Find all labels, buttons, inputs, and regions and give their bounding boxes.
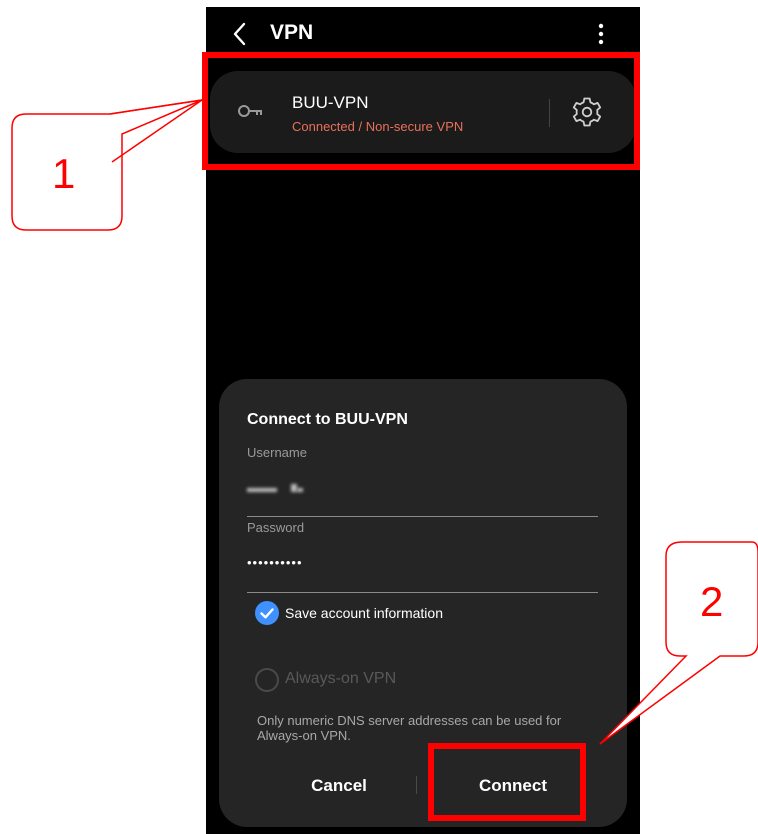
button-divider [416,776,417,794]
more-options-button[interactable] [590,19,612,49]
password-field[interactable]: •••••••••• [247,555,303,570]
more-vertical-icon [598,23,604,45]
always-on-vpn-radio[interactable] [255,668,279,692]
page: VPN BUU-VPN Connected / Non-secure VPN C… [0,0,758,834]
highlight-box-2 [428,743,586,821]
highlight-box-1 [202,52,640,170]
check-icon [260,608,274,619]
password-label: Password [247,520,305,535]
callout-number-2: 2 [700,578,724,625]
username-underline [247,516,598,517]
dns-note: Only numeric DNS server addresses can be… [257,713,562,743]
page-title: VPN [270,21,314,44]
chevron-left-icon [233,22,246,46]
callout-number-1: 1 [52,150,76,197]
back-button[interactable] [228,19,256,49]
always-on-vpn-row[interactable]: Always-on VPN [255,668,455,694]
username-label: Username [247,445,307,460]
password-underline [247,592,598,593]
username-field[interactable] [247,483,317,495]
save-account-checkbox-row[interactable]: Save account information [255,601,495,627]
save-account-label: Save account information [285,605,443,621]
cancel-button[interactable]: Cancel [259,765,419,807]
always-on-vpn-label: Always-on VPN [285,670,397,687]
dialog-title: Connect to BUU-VPN [247,411,408,428]
save-account-checkbox[interactable] [255,601,279,625]
